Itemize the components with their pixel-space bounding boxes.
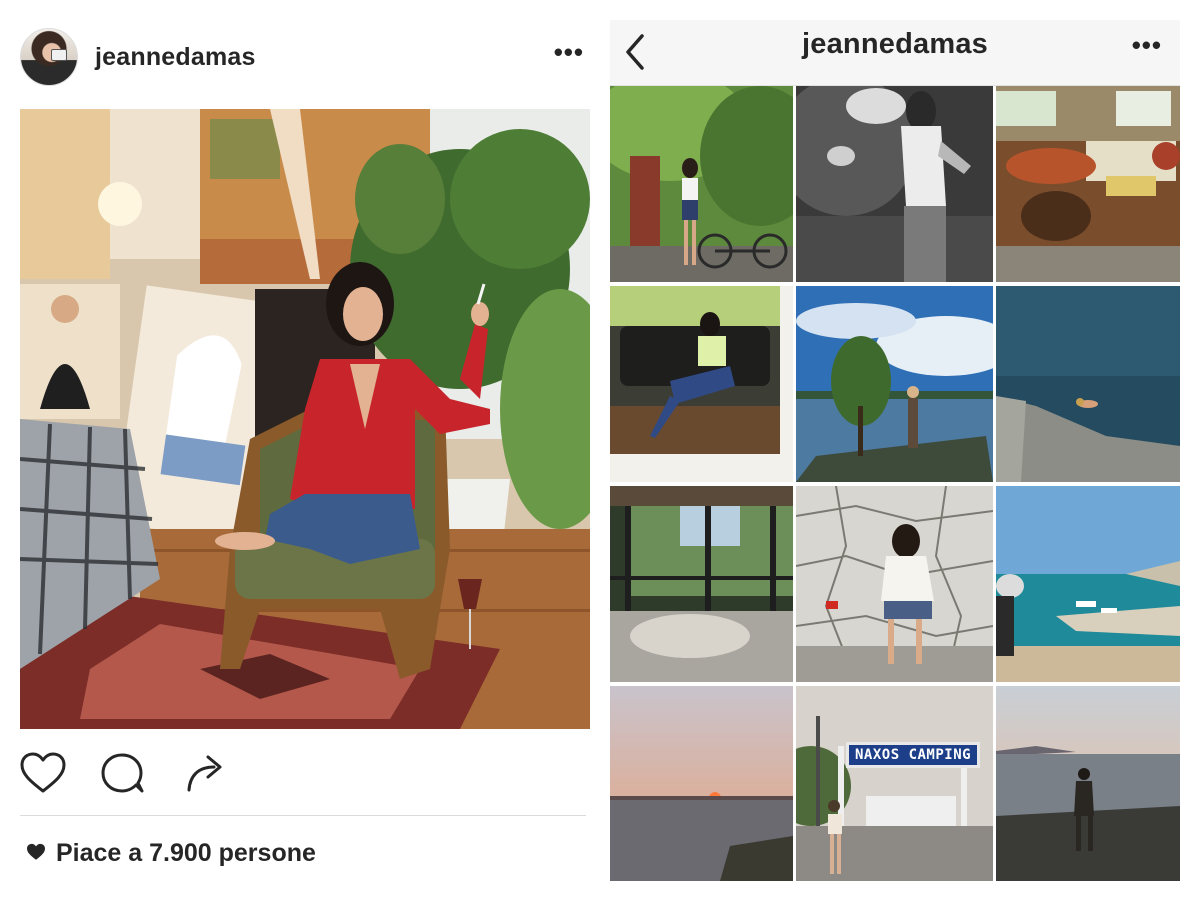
post-header: jeannedamas ••• (20, 26, 590, 88)
post-actions (20, 752, 590, 798)
tile-ivy-wall-bicycle[interactable] (610, 86, 793, 282)
post-photo[interactable] (20, 109, 590, 729)
tile-dusk-silhouette[interactable] (996, 686, 1180, 881)
tile-swimming-sea[interactable] (996, 286, 1180, 482)
tile-living-room[interactable] (996, 86, 1180, 282)
tile-stone-terrace[interactable] (796, 486, 993, 682)
avatar[interactable] (20, 28, 78, 86)
profile-top-bar: jeannedamas ••• (610, 20, 1180, 86)
tile-garden-bw[interactable] (796, 86, 993, 282)
naxos-camping-sign: NAXOS CAMPING (846, 742, 981, 768)
comment-icon[interactable] (100, 752, 146, 799)
tile-lake-tree[interactable] (796, 286, 993, 482)
filled-heart-icon (26, 839, 46, 868)
profile-more-icon[interactable]: ••• (1132, 30, 1162, 61)
post-username[interactable]: jeannedamas (95, 43, 256, 72)
tile-sunset-sea[interactable] (610, 686, 793, 881)
tile-harbor-boats[interactable] (996, 486, 1180, 682)
likes-count: Piace a 7.900 persone (56, 838, 316, 867)
share-icon[interactable] (184, 752, 230, 799)
divider (20, 815, 586, 816)
photo-grid: NAXOS CAMPING (610, 86, 1180, 881)
post-card: jeannedamas ••• Piace a 7.900 persone (0, 0, 600, 900)
post-more-icon[interactable]: ••• (554, 39, 584, 65)
profile-title: jeannedamas (802, 28, 988, 60)
heart-icon[interactable] (20, 752, 66, 799)
likes-row[interactable]: Piace a 7.900 persone (26, 836, 316, 870)
tile-veranda-view[interactable] (610, 486, 793, 682)
tile-polaroid-sofa[interactable] (610, 286, 793, 482)
tile-naxos-camping[interactable]: NAXOS CAMPING (796, 686, 993, 881)
profile-view: jeannedamas ••• NAXOS CAMPING (610, 20, 1180, 881)
